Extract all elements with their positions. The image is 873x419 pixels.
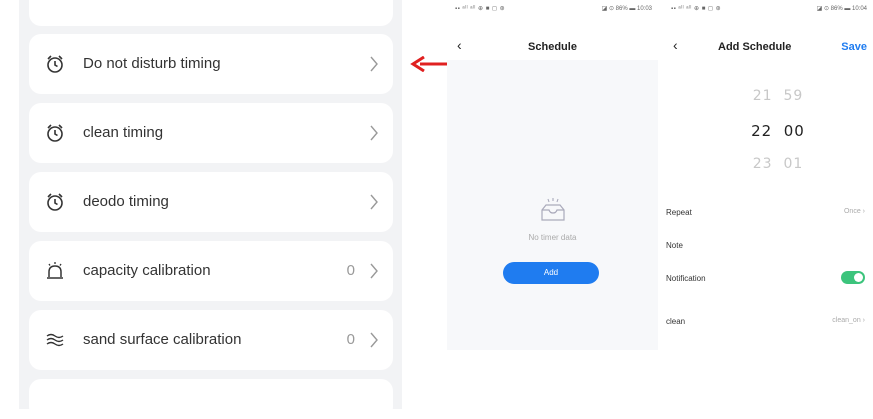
list-item-label: clean timing xyxy=(83,124,164,141)
page-title: Schedule xyxy=(528,41,577,53)
clean-row[interactable]: clean clean_on › xyxy=(666,317,865,337)
list-item-partial xyxy=(29,0,393,26)
list-item-label: deodo timing xyxy=(83,193,169,210)
toggle-knob xyxy=(854,273,863,282)
add-schedule-screen: ▪▪ ᵃˡˡ ᵃˡˡ ⊕ ■ ◻ ⊛ ◪ ⊙ 86% ▬ 10:04 ‹ Add… xyxy=(663,0,873,409)
chevron-right-icon xyxy=(370,263,378,279)
list-item-value: 0 xyxy=(346,262,355,279)
status-bar-left: ▪▪ ᵃˡˡ ᵃˡˡ ⊕ ■ ◻ ⊛ xyxy=(671,6,722,12)
save-button[interactable]: Save xyxy=(841,41,867,53)
status-bar: ▪▪ ᵃˡˡ ᵃˡˡ ⊕ ■ ◻ ⊛ ◪ ⊙ 86% ▬ 10:03 xyxy=(455,5,652,15)
bell-icon xyxy=(47,262,63,279)
status-bar-right: ◪ ⊙ 86% ▬ 10:04 xyxy=(816,6,867,12)
empty-inbox-icon xyxy=(541,198,565,221)
time-picker-row-prev: 21 59 xyxy=(752,88,804,104)
list-item-capacity-calibration[interactable]: capacity calibration 0 xyxy=(29,241,393,301)
chevron-right-icon xyxy=(370,125,378,141)
notification-toggle[interactable] xyxy=(841,271,865,284)
repeat-value: Once › xyxy=(843,208,865,215)
alarm-clock-icon xyxy=(47,193,63,211)
list-item-label: Do not disturb timing xyxy=(83,55,221,72)
list-item-label: capacity calibration xyxy=(83,262,211,279)
clean-label: clean xyxy=(666,317,686,326)
alarm-clock-icon xyxy=(47,55,63,73)
note-row[interactable]: Note xyxy=(666,241,865,261)
settings-list-panel: Do not disturb timing clean timing deodo… xyxy=(19,0,402,419)
notification-label: Notification xyxy=(666,274,706,283)
alarm-clock-icon xyxy=(47,124,63,142)
clean-value: clean_on › xyxy=(832,317,865,324)
waves-icon xyxy=(46,333,64,347)
schedule-screen: ▪▪ ᵃˡˡ ᵃˡˡ ⊕ ■ ◻ ⊛ ◪ ⊙ 86% ▬ 10:03 ‹ Sch… xyxy=(447,0,658,409)
chevron-right-icon xyxy=(370,56,378,72)
list-item-sand-surface-calibration[interactable]: sand surface calibration 0 xyxy=(29,310,393,370)
time-picker-row-next: 23 01 xyxy=(752,156,804,172)
note-label: Note xyxy=(666,241,683,250)
repeat-label: Repeat xyxy=(666,208,692,217)
schedule-settings: Repeat Once › Note Notification clean cl… xyxy=(663,180,873,350)
status-bar: ▪▪ ᵃˡˡ ᵃˡˡ ⊕ ■ ◻ ⊛ ◪ ⊙ 86% ▬ 10:04 xyxy=(671,5,867,15)
list-item-value: 0 xyxy=(346,331,355,348)
chevron-right-icon xyxy=(370,332,378,348)
page-title: Add Schedule xyxy=(718,41,792,53)
status-bar-left: ▪▪ ᵃˡˡ ᵃˡˡ ⊕ ■ ◻ ⊛ xyxy=(455,6,506,12)
repeat-row[interactable]: Repeat Once › xyxy=(666,208,865,228)
time-picker-row-selected: 22 00 xyxy=(751,122,805,140)
list-item-partial xyxy=(29,379,393,419)
add-button[interactable]: Add xyxy=(503,262,599,284)
list-item-deodo-timing[interactable]: deodo timing xyxy=(29,172,393,232)
status-bar-right: ◪ ⊙ 86% ▬ 10:03 xyxy=(601,6,652,12)
list-item-clean-timing[interactable]: clean timing xyxy=(29,103,393,163)
list-item-label: sand surface calibration xyxy=(83,331,242,348)
notification-row: Notification xyxy=(666,271,865,294)
back-icon[interactable]: ‹ xyxy=(673,37,678,53)
list-item-do-not-disturb-timing[interactable]: Do not disturb timing xyxy=(29,34,393,94)
chevron-right-icon xyxy=(370,194,378,210)
empty-state-text: No timer data xyxy=(528,233,577,242)
